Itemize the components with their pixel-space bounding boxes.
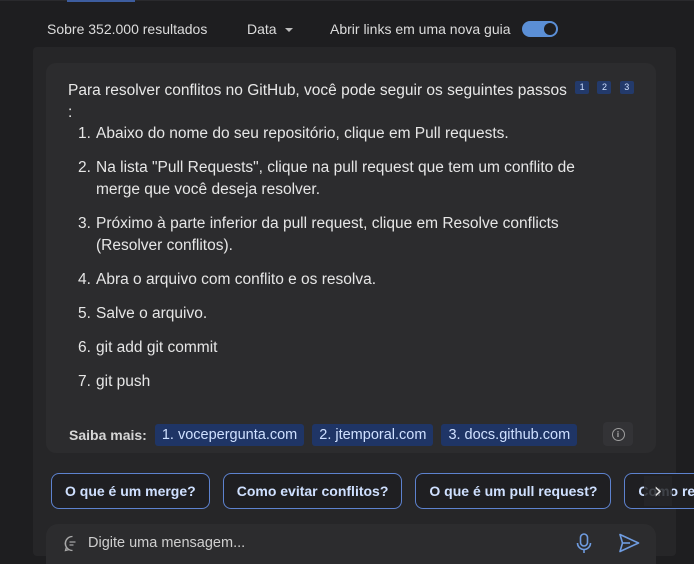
answer-intro-suffix: : [68,104,73,121]
step-item: 6. git add git commit [68,337,608,359]
step-text: Salve o arquivo. [96,305,208,322]
learn-more-row: Saiba mais: 1. vocepergunta.com 2. jtemp… [69,424,585,446]
step-number: 2. [78,159,91,176]
step-text: Próximo à parte inferior da pull request… [96,215,559,254]
step-number: 4. [78,271,91,288]
caret-down-icon [284,28,293,32]
citation-2[interactable]: 2 [597,81,612,94]
step-number: 5. [78,305,91,322]
suggestion-chip[interactable]: Como evitar conflitos? [222,473,403,509]
chevron-right-icon[interactable]: › [644,476,672,506]
step-number: 1. [78,125,91,142]
info-icon: i [611,427,625,441]
suggestion-strip: O que é um merge? Como evitar conflitos?… [51,473,694,509]
step-number: 3. [78,215,91,232]
learn-more-label: Saiba mais: [69,427,147,443]
microphone-icon[interactable] [576,533,592,555]
step-number: 7. [78,373,91,390]
date-filter-label: Data [247,21,277,37]
step-item: 1. Abaixo do nome do seu repositório, cli… [68,123,608,145]
message-composer [46,524,656,564]
info-button[interactable]: i [603,422,633,446]
step-item: 2. Na lista "Pull Requests", clique na pu… [68,157,608,201]
step-item: 7. git push [68,371,608,393]
results-count: Sobre 352.000 resultados [47,21,208,37]
step-item: 3. Próximo à parte inferior da pull reque… [68,213,608,257]
send-icon[interactable] [618,533,640,553]
date-filter-dropdown[interactable]: Data [247,21,293,37]
new-tab-toggle[interactable] [522,21,558,37]
step-text: Abra o arquivo com conflito e os resolva… [96,271,376,288]
toggle-knob [544,23,556,35]
step-number: 6. [78,339,91,356]
step-text: Na lista "Pull Requests", clique na pull… [96,159,575,198]
suggestion-chip[interactable]: O que é um pull request? [415,473,612,509]
suggestion-track: O que é um merge? Como evitar conflitos?… [51,473,694,509]
step-item: 5. Salve o arquivo. [68,303,608,325]
step-item: 4. Abra o arquivo com conflito e os resol… [68,269,608,291]
answer-intro: Para resolver conflitos no GitHub, você … [68,80,648,124]
results-filter-bar: Sobre 352.000 resultados Data Abrir link… [0,10,694,48]
source-link-1[interactable]: 1. vocepergunta.com [154,424,305,446]
step-text: git push [96,373,151,390]
step-text: git add git commit [96,339,218,356]
step-text: Abaixo do nome do seu repositório, cliqu… [96,125,509,142]
new-tab-label: Abrir links em uma nova guia [330,21,511,37]
source-link-3[interactable]: 3. docs.github.com [441,424,578,446]
citation-3[interactable]: 3 [619,81,634,94]
suggestion-chip[interactable]: O que é um merge? [51,473,210,509]
source-link-2[interactable]: 2. jtemporal.com [312,424,434,446]
steps-list: 1. Abaixo do nome do seu repositório, cli… [68,123,608,405]
message-input[interactable] [88,532,558,554]
citation-1[interactable]: 1 [575,81,590,94]
active-tab-indicator [67,0,135,2]
chat-bubble-icon [64,535,76,552]
answer-intro-text: Para resolver conflitos no GitHub, você … [68,82,567,99]
